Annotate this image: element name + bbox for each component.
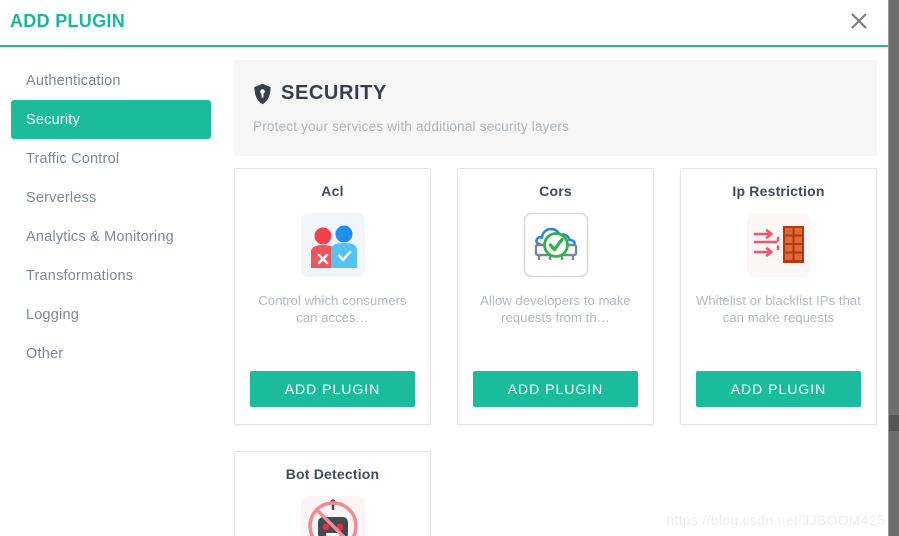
card-description: Allow developers to make requests from t…: [480, 293, 631, 325]
sidebar-item-logging[interactable]: Logging: [11, 295, 211, 334]
scrollbar-thumb[interactable]: [889, 415, 899, 431]
sidebar-item-analytics-monitoring[interactable]: Analytics & Monitoring: [11, 217, 211, 256]
acl-users-icon: [300, 212, 366, 278]
page-title: ADD PLUGIN: [10, 11, 125, 31]
section-title-row: SECURITY: [253, 82, 877, 105]
sidebar-item-serverless[interactable]: Serverless: [11, 178, 211, 217]
plugin-card-grid: Acl Control which consumers can acces… A…: [234, 168, 877, 536]
content-pane: SECURITY Protect your services with addi…: [222, 49, 889, 536]
sidebar-item-label: Serverless: [26, 189, 97, 206]
sidebar-item-label: Other: [26, 345, 64, 362]
add-plugin-button[interactable]: ADD PLUGIN: [473, 371, 638, 407]
sidebar-item-other[interactable]: Other: [11, 334, 211, 373]
card-description: Whitelist or blacklist IPs that can make…: [696, 293, 861, 325]
card-title: Acl: [321, 183, 344, 199]
section-header: SECURITY Protect your services with addi…: [234, 60, 877, 156]
plugin-card-ip-restriction[interactable]: Ip Restriction Whitelist or blacklist IP…: [680, 168, 877, 425]
sidebar-item-label: Security: [26, 111, 80, 128]
add-plugin-button[interactable]: ADD PLUGIN: [696, 371, 861, 407]
sidebar-item-traffic-control[interactable]: Traffic Control: [11, 139, 211, 178]
plugin-card-cors[interactable]: Cors Allow developers to make requests f…: [457, 168, 654, 425]
sidebar-item-label: Transformations: [26, 267, 134, 284]
shield-icon: [253, 83, 272, 105]
sidebar-item-security[interactable]: Security: [11, 100, 211, 139]
card-title: Bot Detection: [285, 466, 380, 482]
close-icon[interactable]: [845, 7, 873, 35]
add-plugin-button[interactable]: ADD PLUGIN: [250, 371, 415, 407]
cors-cloud-check-icon: [523, 212, 589, 278]
section-title: SECURITY: [281, 82, 387, 104]
add-plugin-modal: ADD PLUGIN Authentication Security Traff…: [0, 0, 899, 536]
card-description: Control which consumers can acces…: [258, 293, 407, 325]
sidebar: Authentication Security Traffic Control …: [0, 49, 222, 536]
sidebar-item-label: Traffic Control: [26, 150, 120, 167]
vertical-scrollbar[interactable]: [889, 0, 899, 536]
plugin-card-bot-detection[interactable]: Bot Detection ADD PLUGIN: [234, 451, 431, 536]
sidebar-item-label: Logging: [26, 306, 80, 323]
section-subtitle: Protect your services with additional se…: [253, 119, 569, 134]
bot-detection-icon: [300, 495, 366, 536]
sidebar-item-label: Authentication: [26, 72, 121, 89]
modal-header: ADD PLUGIN: [0, 0, 889, 47]
ip-restriction-firewall-icon: [746, 212, 812, 278]
plugin-card-acl[interactable]: Acl Control which consumers can acces… A…: [234, 168, 431, 425]
card-title: Ip Restriction: [732, 183, 825, 199]
sidebar-item-label: Analytics & Monitoring: [26, 228, 174, 245]
sidebar-item-authentication[interactable]: Authentication: [11, 61, 211, 100]
card-title: Cors: [539, 183, 572, 199]
sidebar-item-transformations[interactable]: Transformations: [11, 256, 211, 295]
